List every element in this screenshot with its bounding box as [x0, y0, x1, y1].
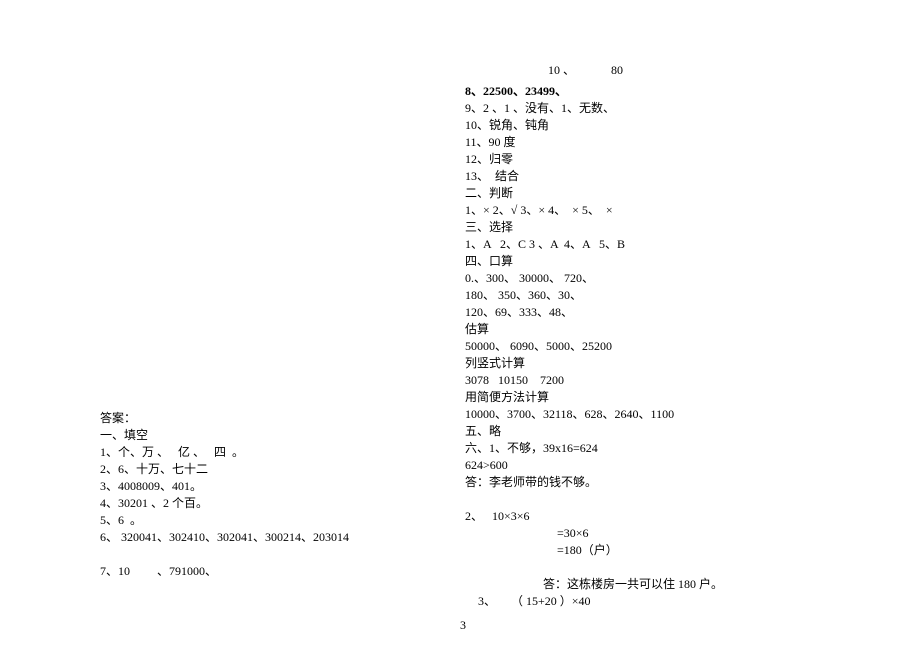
line-8-answer: 8、22500、23499、 — [465, 83, 723, 100]
line-5-answer: 5、6 。 — [100, 512, 349, 529]
top-fragment: 10 、 80 — [548, 62, 623, 79]
blank-line — [100, 546, 349, 563]
section-5-answer: 五、略 — [465, 423, 723, 440]
section-6-2-line2: =30×6 — [465, 525, 723, 542]
vertical-heading: 列竖式计算 — [465, 355, 723, 372]
left-column: 答案： 一、填空 1、个、万 、 亿 、 四 。 2、6、十万、七十二 3、40… — [100, 410, 349, 580]
simple-heading: 用简便方法计算 — [465, 389, 723, 406]
section-3-heading: 三、选择 — [465, 219, 723, 236]
section-2-answer: 1、× 2、√ 3、× 4、 × 5、 × — [465, 202, 723, 219]
blank-line — [465, 559, 723, 576]
line-2-answer: 2、6、十万、七十二 — [100, 461, 349, 478]
section-6-2-answer: 答：这栋楼房一共可以住 180 户。 — [465, 576, 723, 593]
page-number: 3 — [460, 618, 466, 633]
estimate-answer: 50000、 6090、5000、25200 — [465, 338, 723, 355]
estimate-heading: 估算 — [465, 321, 723, 338]
section-6-1-line1: 六、1、不够，39x16=624 — [465, 440, 723, 457]
section-6-1-answer: 答：李老师带的钱不够。 — [465, 474, 723, 491]
line-6-answer: 6、 320041、302410、302041、300214、203014 — [100, 529, 349, 546]
section-3-answer: 1、A 2、C 3 、A 4、A 5、B — [465, 236, 723, 253]
section-1-heading: 一、填空 — [100, 427, 349, 444]
simple-answer: 10000、3700、32118、628、2640、1100 — [465, 406, 723, 423]
section-4-heading: 四、口算 — [465, 253, 723, 270]
line-3-answer: 3、4008009、401。 — [100, 478, 349, 495]
line-12-answer: 12、归零 — [465, 151, 723, 168]
right-column: 8、22500、23499、 9、2 、1 、没有、1、无数、 10、锐角、钝角… — [465, 83, 723, 610]
line-4-answer: 4、30201 、2 个百。 — [100, 495, 349, 512]
section-6-1-line2: 624>600 — [465, 457, 723, 474]
section-6-2-line3: =180（户） — [465, 542, 723, 559]
answers-heading: 答案： — [100, 410, 349, 427]
line-10-answer: 10、锐角、钝角 — [465, 117, 723, 134]
mental-calc-row3: 120、69、333、48、 — [465, 304, 723, 321]
line-1-answer: 1、个、万 、 亿 、 四 。 — [100, 444, 349, 461]
document-page: 10 、 80 8、22500、23499、 9、2 、1 、没有、1、无数、 … — [0, 0, 920, 650]
blank-line — [465, 491, 723, 508]
mental-calc-row1: 0.、300、 30000、 720、 — [465, 270, 723, 287]
line-13-answer: 13、 结合 — [465, 168, 723, 185]
line-9-answer: 9、2 、1 、没有、1、无数、 — [465, 100, 723, 117]
vertical-answer: 3078 10150 7200 — [465, 372, 723, 389]
section-2-heading: 二、判断 — [465, 185, 723, 202]
section-6-3-line1: 3、 （ 15+20 ）×40 — [465, 593, 723, 610]
mental-calc-row2: 180、 350、360、30、 — [465, 287, 723, 304]
section-6-2-line1: 2、 10×3×6 — [465, 508, 723, 525]
line-7-answer: 7、10 、791000、 — [100, 563, 349, 580]
line-11-answer: 11、90 度 — [465, 134, 723, 151]
